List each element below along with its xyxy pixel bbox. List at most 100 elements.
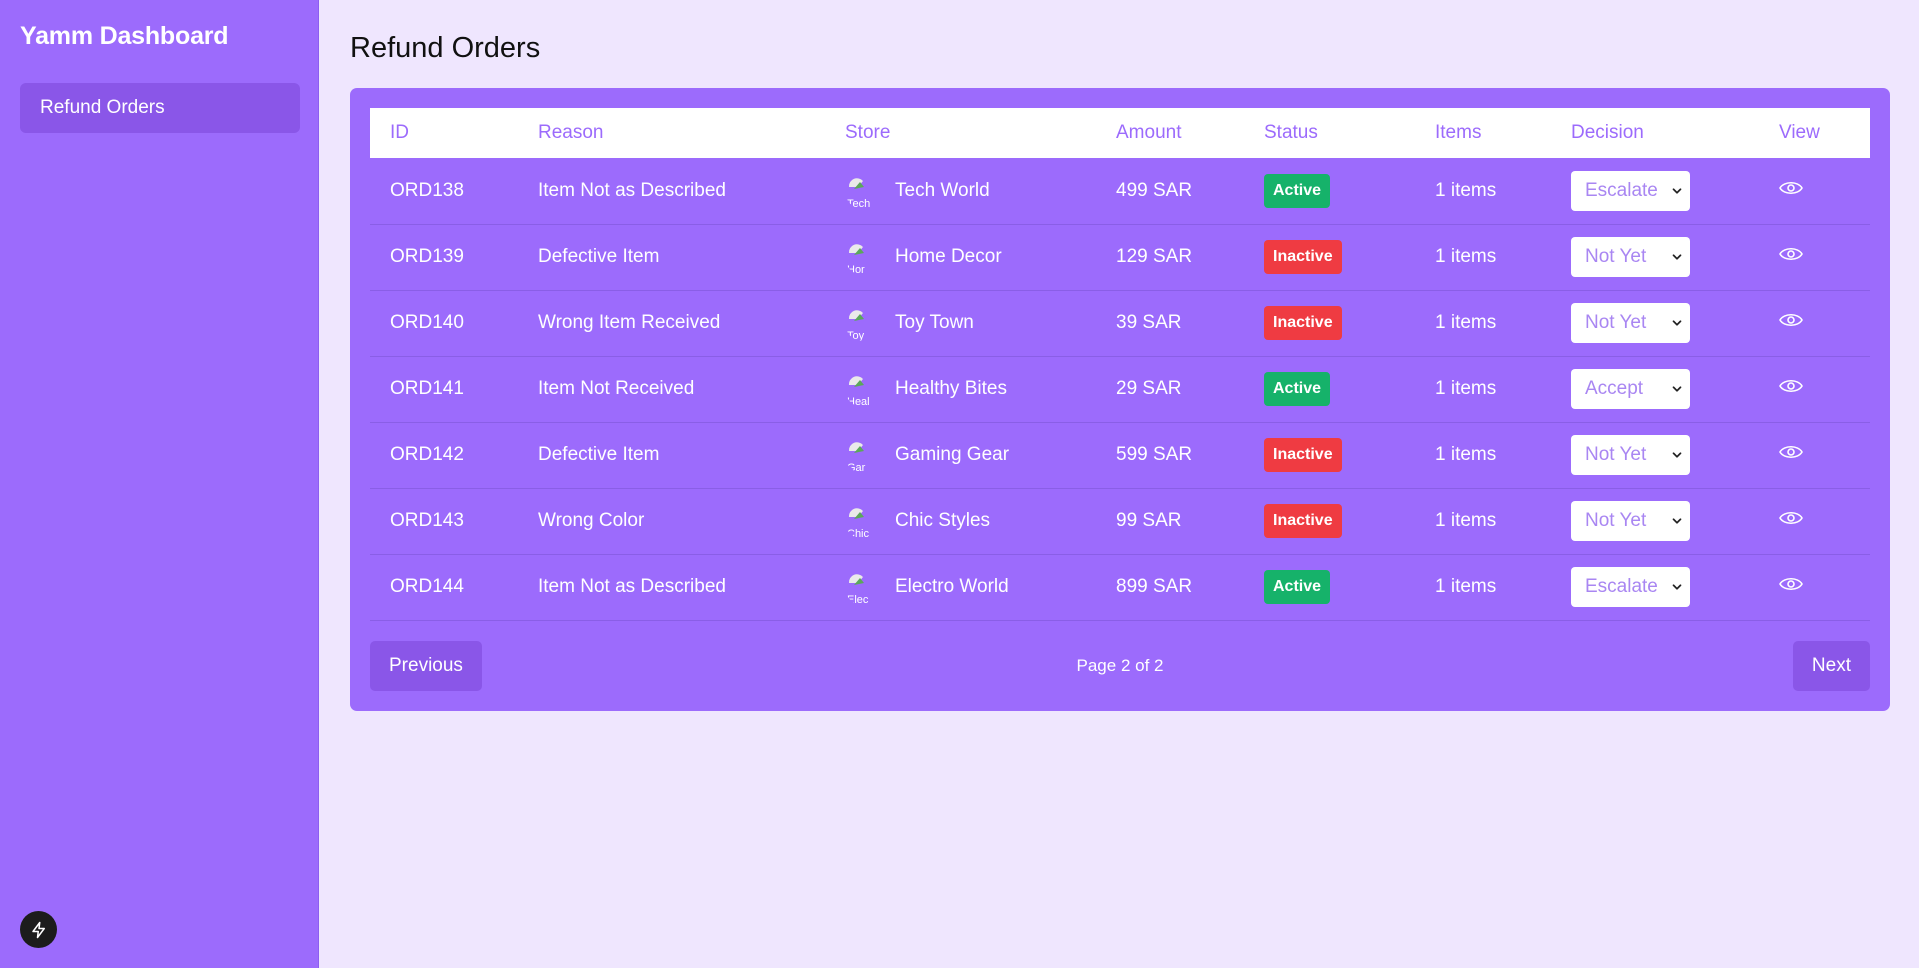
decision-value: Not Yet [1585, 312, 1647, 333]
brand-title: Yamm Dashboard [20, 22, 229, 50]
eye-icon[interactable] [1779, 311, 1803, 329]
broken-image-icon: Toy [845, 305, 881, 341]
broken-image-icon: Heal [845, 371, 881, 407]
svg-text:Gar: Gar [847, 462, 866, 473]
view-cell [1759, 224, 1870, 290]
refund-reason: Defective Item [538, 444, 660, 465]
decision-select[interactable]: Not Yet [1571, 237, 1690, 277]
decision-cell: Not Yet [1551, 290, 1759, 356]
table-row: ORD144 Item Not as Described Elec Electr… [370, 554, 1870, 620]
decision-value: Not Yet [1585, 510, 1647, 531]
status-badge: Active [1264, 372, 1331, 406]
page-indicator: Page 2 of 2 [1076, 656, 1164, 675]
store-cell: Toy Toy Town [825, 290, 1096, 356]
eye-icon[interactable] [1779, 245, 1803, 263]
decision-value: Accept [1585, 378, 1644, 399]
chevron-down-icon [1672, 254, 1682, 260]
chevron-down-icon [1672, 584, 1682, 590]
store-cell: Gar Gaming Gear [825, 422, 1096, 488]
refund-reason: Wrong Color [538, 510, 645, 531]
table-row: ORD142 Defective Item Gar Gaming Gear 59… [370, 422, 1870, 488]
refund-reason: Wrong Item Received [538, 312, 721, 333]
decision-select[interactable]: Escalate [1571, 170, 1690, 211]
status-cell: Inactive [1244, 224, 1415, 290]
next-button[interactable]: Next [1792, 641, 1870, 691]
decision-select[interactable]: Accept [1571, 369, 1690, 409]
item-count: 1 items [1435, 444, 1497, 465]
eye-icon[interactable] [1779, 575, 1803, 593]
chevron-down-icon [1672, 320, 1682, 326]
decision-cell: Not Yet [1551, 224, 1759, 290]
eye-icon[interactable] [1779, 509, 1803, 527]
order-id: ORD139 [390, 246, 464, 267]
order-amount: 899 SAR [1116, 576, 1193, 597]
store-cell: Heal Healthy Bites [825, 356, 1096, 422]
svg-text:Elec: Elec [847, 594, 869, 605]
decision-select[interactable]: Not Yet [1571, 303, 1690, 343]
status-badge: Active [1264, 570, 1331, 604]
decision-cell: Not Yet [1551, 488, 1759, 554]
store-cell: Chic Chic Styles [825, 488, 1096, 554]
refund-reason: Defective Item [538, 246, 660, 267]
svg-text:Hor: Hor [847, 264, 865, 275]
decision-select[interactable]: Escalate [1571, 567, 1690, 607]
order-amount: 99 SAR [1116, 510, 1182, 531]
dev-tools-button[interactable] [20, 911, 57, 948]
order-amount: 129 SAR [1116, 246, 1193, 267]
status-badge: Inactive [1264, 306, 1342, 340]
view-cell [1759, 158, 1870, 224]
store-name: Tech World [895, 179, 990, 201]
store-cell: Tech Tech World [825, 158, 1096, 224]
broken-image-icon: Tech [845, 173, 881, 209]
order-id: ORD142 [390, 444, 464, 465]
decision-value: Not Yet [1585, 246, 1647, 267]
decision-cell: Accept [1551, 356, 1759, 422]
decision-cell: Escalate [1551, 158, 1759, 224]
eye-icon[interactable] [1779, 377, 1803, 395]
table-row: ORD141 Item Not Received Heal Healthy Bi… [370, 356, 1870, 422]
table-row: ORD140 Wrong Item Received Toy Toy Town … [370, 290, 1870, 356]
decision-cell: Escalate [1551, 554, 1759, 620]
column-header-items: Items [1435, 122, 1482, 143]
eye-icon[interactable] [1779, 443, 1803, 461]
broken-image-icon: Gar [845, 437, 881, 473]
order-amount: 499 SAR [1116, 179, 1193, 201]
decision-select[interactable]: Not Yet [1571, 435, 1690, 475]
order-amount: 29 SAR [1116, 378, 1182, 399]
status-cell: Inactive [1244, 422, 1415, 488]
status-badge: Inactive [1264, 504, 1342, 538]
refund-reason: Item Not as Described [538, 576, 726, 597]
table-row: ORD139 Defective Item Hor Home Decor 129… [370, 224, 1870, 290]
refund-orders-card: ID Reason Store Amount Status Items Deci… [350, 88, 1890, 711]
store-name: Healthy Bites [895, 378, 1007, 399]
order-amount: 39 SAR [1116, 312, 1182, 333]
status-badge: Active [1264, 173, 1331, 208]
status-cell: Active [1244, 356, 1415, 422]
view-cell [1759, 356, 1870, 422]
order-id: ORD141 [390, 378, 464, 399]
eye-icon[interactable] [1779, 179, 1803, 197]
chevron-down-icon [1672, 188, 1682, 194]
refund-orders-table: ID Reason Store Amount Status Items Deci… [370, 108, 1870, 621]
sidebar-item-refund-orders[interactable]: Refund Orders [20, 83, 300, 133]
order-id: ORD144 [390, 576, 464, 597]
sidebar: Yamm Dashboard Refund Orders [0, 0, 319, 968]
svg-text:Heal: Heal [847, 396, 870, 407]
store-name: Home Decor [895, 246, 1002, 267]
store-name: Electro World [895, 576, 1009, 597]
table-row: ORD138 Item Not as Described Tech Tech W… [370, 158, 1870, 224]
store-name: Toy Town [895, 312, 974, 333]
chevron-down-icon [1672, 518, 1682, 524]
column-header-status: Status [1264, 122, 1318, 143]
refund-reason: Item Not as Described [538, 179, 726, 201]
view-cell [1759, 290, 1870, 356]
column-header-store: Store [845, 122, 891, 143]
item-count: 1 items [1435, 179, 1497, 201]
item-count: 1 items [1435, 246, 1497, 267]
item-count: 1 items [1435, 576, 1497, 597]
view-cell [1759, 422, 1870, 488]
decision-select[interactable]: Not Yet [1571, 501, 1690, 541]
broken-image-icon: Chic [845, 503, 881, 539]
store-cell: Elec Electro World [825, 554, 1096, 620]
decision-value: Not Yet [1585, 444, 1647, 465]
